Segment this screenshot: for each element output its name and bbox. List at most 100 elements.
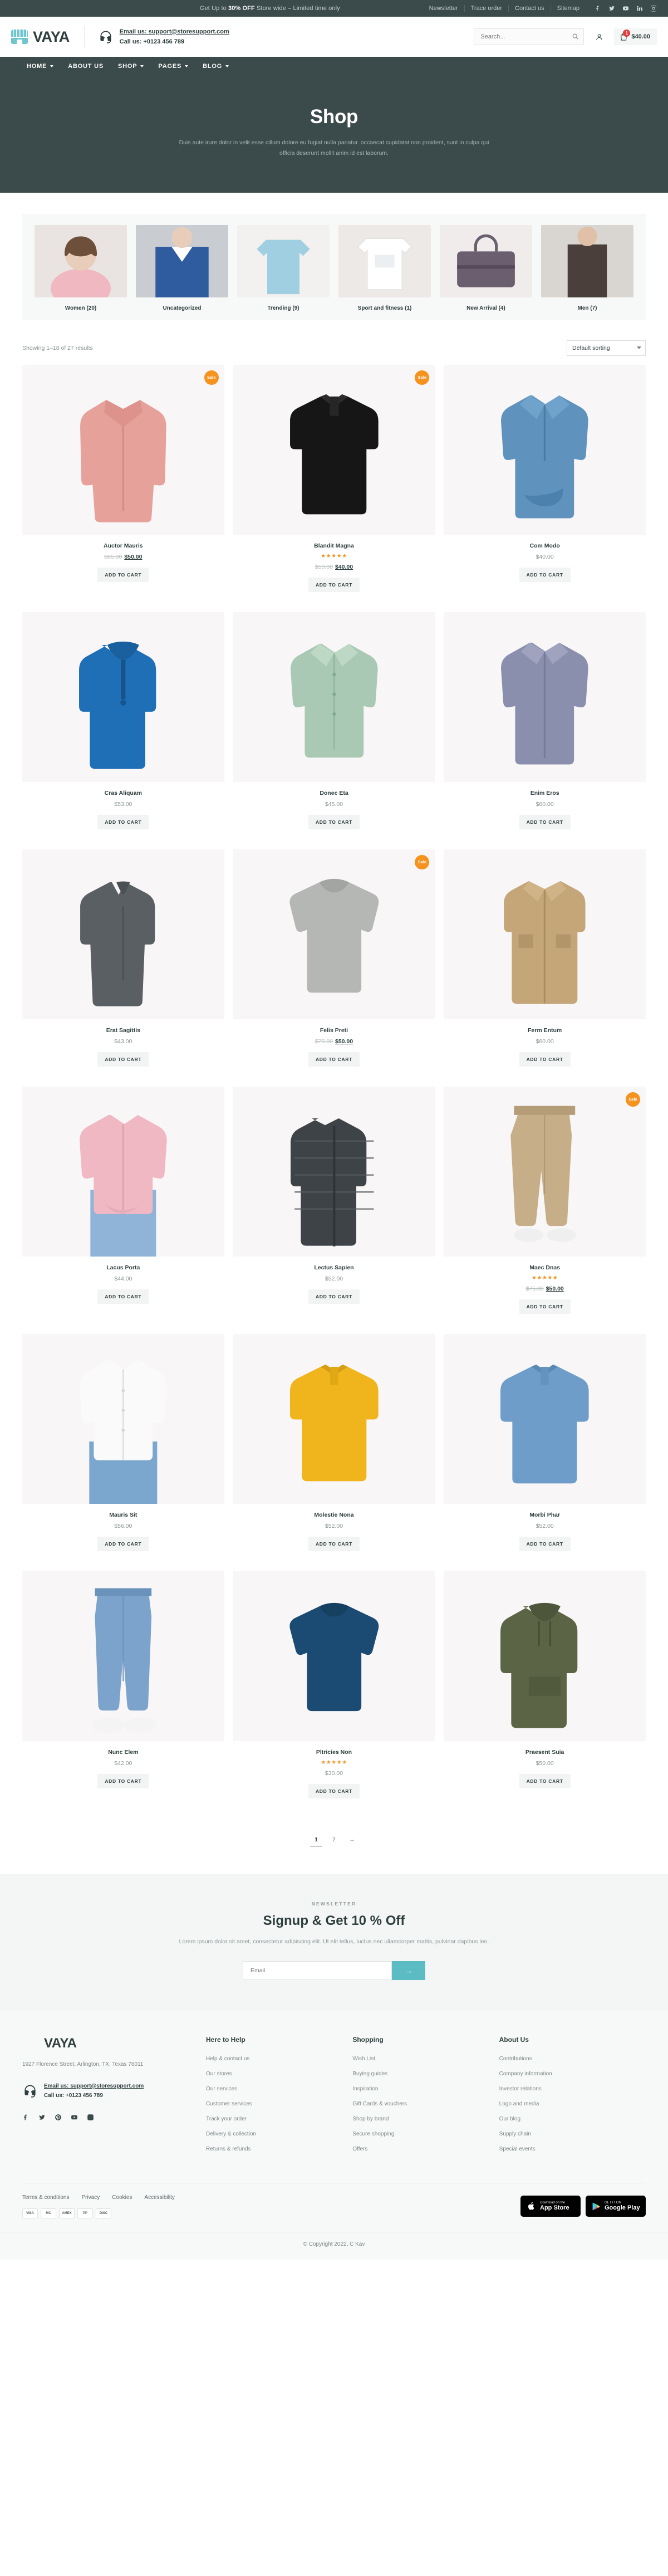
twitter-icon[interactable] <box>608 5 615 12</box>
add-to-cart-button[interactable]: ADD TO CART <box>308 1536 360 1551</box>
product-name[interactable]: Maec Dnas <box>447 1264 642 1271</box>
pagination-next-button[interactable]: → <box>346 1834 358 1846</box>
footer-link[interactable]: Delivery & collection <box>206 2131 256 2137</box>
add-to-cart-button[interactable]: ADD TO CART <box>97 1536 149 1551</box>
product-image[interactable] <box>233 612 435 782</box>
twitter-icon[interactable] <box>38 2114 46 2124</box>
youtube-icon[interactable] <box>622 5 629 12</box>
product-name[interactable]: Donec Eta <box>237 790 432 796</box>
product-image[interactable]: Sale <box>233 849 435 1019</box>
category-image[interactable] <box>35 224 127 297</box>
search-icon[interactable] <box>572 33 579 40</box>
footer-link[interactable]: Investor relations <box>499 2086 542 2092</box>
footer-link[interactable]: Logo and media <box>499 2101 539 2107</box>
product-name[interactable]: Lacus Porta <box>26 1264 221 1271</box>
add-to-cart-button[interactable]: ADD TO CART <box>308 1052 360 1067</box>
product-card[interactable]: Ferm Entum $60.00 ADD TO CART <box>444 849 646 1079</box>
footer-link[interactable]: Help & contact us <box>206 2056 249 2062</box>
pagination-page-2[interactable]: 2 <box>328 1834 340 1846</box>
product-image[interactable] <box>22 849 224 1019</box>
product-image[interactable] <box>444 612 646 782</box>
category-item[interactable]: Women (20) <box>35 224 127 311</box>
product-card[interactable]: Sale Auctor Mauris $65.00 $50.00 ADD TO CART <box>22 364 224 604</box>
add-to-cart-button[interactable]: ADD TO CART <box>519 567 571 582</box>
pagination-page-1[interactable]: 1 <box>310 1834 322 1846</box>
logo[interactable]: VAYA <box>11 28 84 46</box>
footer-link[interactable]: Inspiration <box>352 2086 378 2092</box>
footer-phone[interactable]: Call us: +0123 456 789 <box>44 2091 144 2100</box>
footer-link[interactable]: Our blog <box>499 2116 520 2122</box>
footer-link[interactable]: Contributions <box>499 2056 532 2062</box>
search-input[interactable] <box>474 28 584 45</box>
footer-link[interactable]: Wish List <box>352 2056 375 2062</box>
category-image[interactable] <box>237 224 330 297</box>
product-image[interactable] <box>444 1571 646 1741</box>
product-image[interactable] <box>22 1333 224 1504</box>
top-link-newsletter[interactable]: Newsletter <box>423 5 465 12</box>
instagram-icon[interactable] <box>87 2114 94 2124</box>
header-email[interactable]: Email us: support@storesupport.com <box>120 27 229 37</box>
product-card[interactable]: Donec Eta $45.00 ADD TO CART <box>233 612 435 842</box>
footer-link[interactable]: Buying guides <box>352 2071 387 2077</box>
product-name[interactable]: Mauris Sit <box>26 1512 221 1518</box>
footer-link[interactable]: Gift Cards & vouchers <box>352 2101 407 2107</box>
add-to-cart-button[interactable]: ADD TO CART <box>519 1052 571 1067</box>
product-name[interactable]: Morbi Phar <box>447 1512 642 1518</box>
product-card[interactable]: Sale Blandit Magna ★★★★★ $50.00 $40.00 ADD TO… <box>233 364 435 604</box>
category-item[interactable]: New Arrival (4) <box>440 224 532 311</box>
product-card[interactable]: Sale Felis Preti $75.00 $50.00 ADD TO CART <box>233 849 435 1079</box>
product-image[interactable] <box>444 849 646 1019</box>
product-name[interactable]: Blandit Magna <box>237 542 432 549</box>
footer-link[interactable]: Shop by brand <box>352 2116 389 2122</box>
footer-link[interactable]: Offers <box>352 2146 367 2152</box>
top-link-contact-us[interactable]: Contact us <box>509 5 551 12</box>
facebook-icon[interactable] <box>595 5 601 12</box>
product-image[interactable] <box>22 1086 224 1257</box>
footer-link[interactable]: Customer services <box>206 2101 252 2107</box>
youtube-icon[interactable] <box>71 2114 78 2124</box>
product-image[interactable] <box>233 1571 435 1741</box>
add-to-cart-button[interactable]: ADD TO CART <box>308 1289 360 1304</box>
sort-select[interactable]: Default sortingSort by popularitySort by… <box>567 340 646 356</box>
legal-link[interactable]: Accessibility <box>144 2194 186 2201</box>
legal-link[interactable]: Terms & conditions <box>22 2194 81 2201</box>
top-link-trace-order[interactable]: Trace order <box>465 5 509 12</box>
product-card[interactable]: Praesent Suia $50.00 ADD TO CART <box>444 1571 646 1811</box>
newsletter-submit-button[interactable]: → <box>392 1961 425 1980</box>
product-name[interactable]: Erat Sagittis <box>26 1027 221 1034</box>
linkedin-icon[interactable] <box>636 5 643 12</box>
add-to-cart-button[interactable]: ADD TO CART <box>97 1052 149 1067</box>
product-name[interactable]: Cras Aliquam <box>26 790 221 796</box>
category-image[interactable] <box>136 224 228 297</box>
category-image[interactable] <box>440 224 532 297</box>
cart-button[interactable]: 1 $40.00 <box>614 28 657 45</box>
category-item[interactable]: Sport and fitness (1) <box>338 224 431 311</box>
product-image[interactable] <box>444 364 646 535</box>
product-card[interactable]: Pltricies Non ★★★★★ $30.00 ADD TO CART <box>233 1571 435 1811</box>
nav-item-home[interactable]: HOME <box>27 63 68 70</box>
add-to-cart-button[interactable]: ADD TO CART <box>97 1773 149 1788</box>
top-link-sitemap[interactable]: Sitemap <box>551 5 586 12</box>
product-card[interactable]: Morbi Phar $52.00 ADD TO CART <box>444 1333 646 1563</box>
category-item[interactable]: Men (7) <box>541 224 633 311</box>
footer-email[interactable]: Email us: support@storesupport.com <box>44 2081 144 2091</box>
category-item[interactable]: Trending (9) <box>237 224 330 311</box>
product-name[interactable]: Com Modo <box>447 542 642 549</box>
product-name[interactable]: Lectus Sapien <box>237 1264 432 1271</box>
nav-item-pages[interactable]: PAGES <box>158 63 203 70</box>
product-name[interactable]: Praesent Suia <box>447 1749 642 1756</box>
sort-dropdown[interactable]: Default sortingSort by popularitySort by… <box>567 340 646 356</box>
header-phone[interactable]: Call us: +0123 456 789 <box>120 37 229 47</box>
add-to-cart-button[interactable]: ADD TO CART <box>519 1536 571 1551</box>
instagram-icon[interactable] <box>650 5 657 12</box>
category-item[interactable]: Uncategorized <box>136 224 228 311</box>
product-image[interactable] <box>233 1086 435 1257</box>
add-to-cart-button[interactable]: ADD TO CART <box>97 814 149 829</box>
product-name[interactable]: Molestie Nona <box>237 1512 432 1518</box>
add-to-cart-button[interactable]: ADD TO CART <box>97 1289 149 1304</box>
product-image[interactable]: Sale <box>22 364 224 535</box>
add-to-cart-button[interactable]: ADD TO CART <box>308 577 360 592</box>
add-to-cart-button[interactable]: ADD TO CART <box>308 1783 360 1798</box>
footer-link[interactable]: Returns & refunds <box>206 2146 251 2152</box>
product-card[interactable]: Cras Aliquam $53.00 ADD TO CART <box>22 612 224 842</box>
